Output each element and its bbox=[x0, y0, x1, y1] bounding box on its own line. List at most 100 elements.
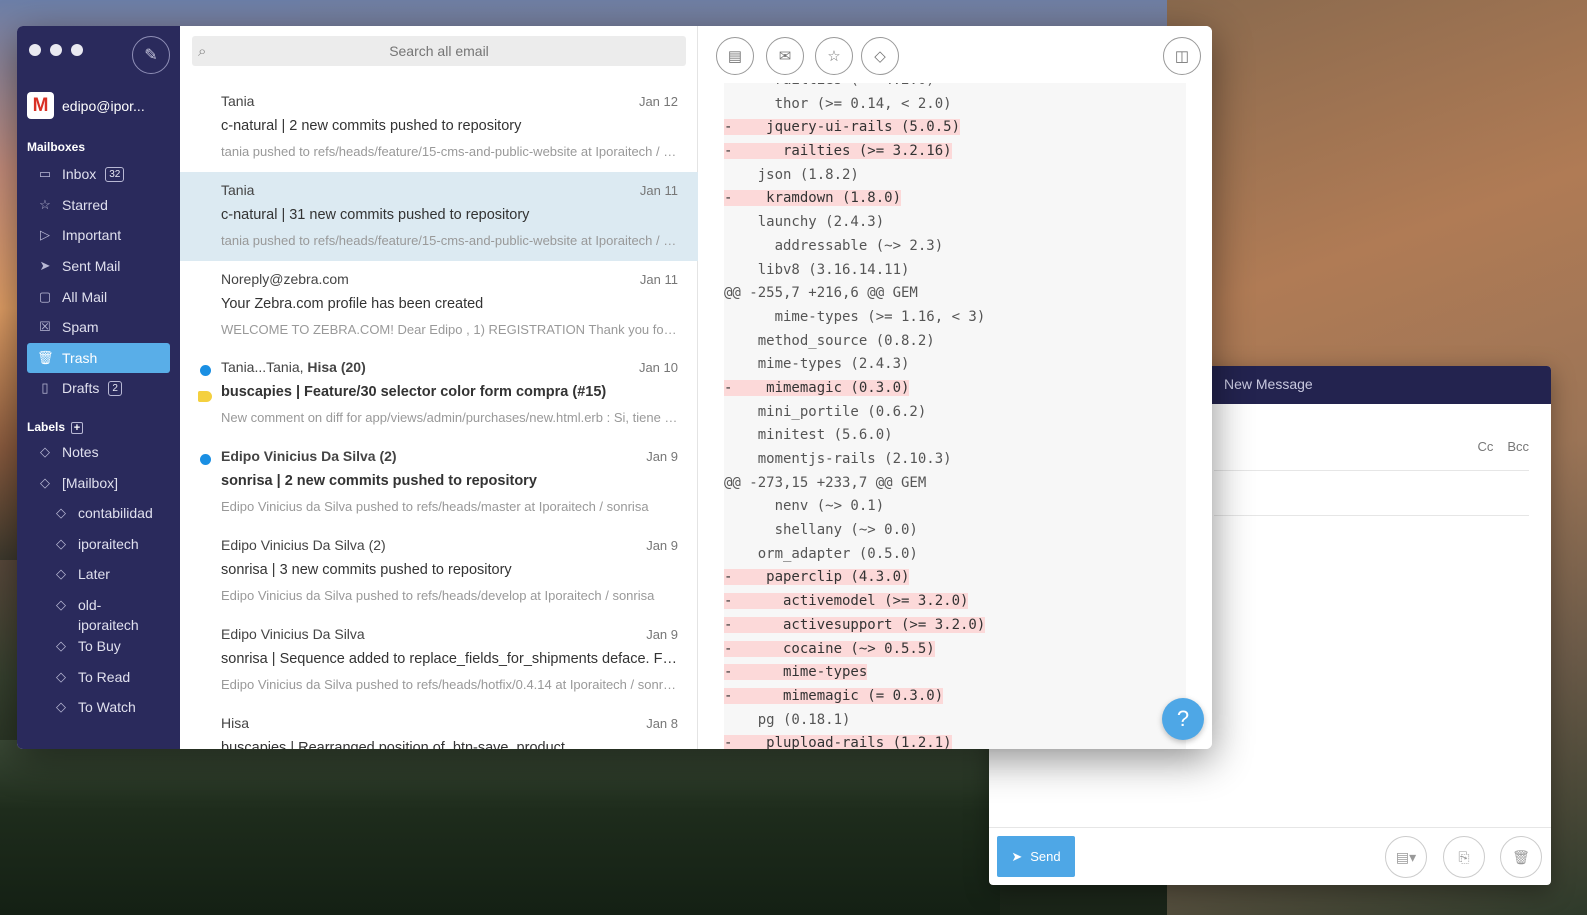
compose-icon: ✎ bbox=[144, 47, 158, 64]
cc-button[interactable]: Cc bbox=[1477, 439, 1493, 454]
message-row[interactable]: Noreply@zebra.com Jan 11 Your Zebra.com pr… bbox=[180, 261, 698, 350]
archive-button[interactable]: ▤ bbox=[716, 37, 754, 75]
message-subject: sonrisa | 3 new commits pushed to reposi… bbox=[221, 562, 512, 578]
sidebar-item-spam[interactable]: ☒ Spam bbox=[27, 312, 170, 343]
diff-line-removed: - railties (>= 3.2.16) bbox=[724, 140, 1186, 164]
diff-line-text: launchy (2.4.3) bbox=[724, 214, 885, 231]
toggle-sidebar-button[interactable]: ◫ bbox=[1163, 37, 1201, 75]
label-item[interactable]: ◇ contabilidad bbox=[27, 499, 170, 530]
message-date: Jan 10 bbox=[638, 360, 678, 376]
star-button[interactable]: ☆ bbox=[815, 37, 853, 75]
sidebar-item-label: Sent Mail bbox=[62, 258, 121, 275]
label-item[interactable]: ◇ old- iporaitech bbox=[27, 591, 170, 633]
sidebar-item-important[interactable]: ▷ Important bbox=[27, 220, 170, 251]
message-subject: c-natural | 31 new commits pushed to rep… bbox=[221, 206, 530, 223]
mark-unread-button[interactable]: ✉ bbox=[766, 37, 804, 75]
message-date: Jan 11 bbox=[639, 182, 678, 198]
message-preview: Edipo Vinicius da Silva pushed to refs/h… bbox=[221, 588, 655, 603]
discard-button[interactable]: 🗑 bbox=[1500, 836, 1542, 878]
labels-heading-text: Labels bbox=[27, 420, 66, 434]
label-item[interactable]: ◇ Later bbox=[27, 560, 170, 591]
message-list: ⌕ Tania Jan 12 c-natural | 2 new commits p… bbox=[180, 26, 698, 749]
sender-name: Edipo Vinicius Da Silva (2) bbox=[221, 537, 386, 553]
sidebar-item-trash[interactable]: 🗑 Trash bbox=[27, 342, 170, 374]
message-row[interactable]: Tania...Tania, Hisa (20) Jan 10 buscapies … bbox=[180, 349, 698, 438]
label-item[interactable]: ◇ To Watch bbox=[27, 693, 170, 724]
label-tag-icon bbox=[198, 391, 212, 403]
message-subject: buscapies | Feature/30 selector color fo… bbox=[221, 384, 607, 401]
diff-content: railties (>= 4.2.0) thor (>= 0.14, < 2.0… bbox=[724, 83, 1186, 749]
template-button[interactable]: ▤▾ bbox=[1385, 836, 1427, 878]
sidebar-item-label: Drafts bbox=[62, 380, 100, 397]
compose-button[interactable]: ✎ bbox=[132, 36, 170, 74]
tag-icon: ◇ bbox=[40, 474, 50, 490]
message-subject: sonrisa | Sequence added to replace_fiel… bbox=[221, 650, 678, 667]
bcc-button[interactable]: Bcc bbox=[1507, 439, 1529, 454]
message-date: Jan 9 bbox=[646, 538, 678, 553]
diff-line: @@ -255,7 +216,6 @@ GEM bbox=[724, 282, 1186, 306]
message-row[interactable]: Tania Jan 11 c-natural | 31 new commits pu… bbox=[180, 171, 698, 261]
search-input[interactable] bbox=[192, 43, 686, 59]
message-subject: c-natural | 2 new commits pushed to repo… bbox=[221, 118, 522, 134]
message-row[interactable]: Edipo Vinicius Da Silva (2) Jan 9 sonrisa … bbox=[180, 438, 698, 527]
message-preview: WELCOME TO ZEBRA.COM! Dear Edipo , 1) RE… bbox=[221, 321, 678, 337]
tag-icon: ◇ bbox=[40, 444, 50, 459]
sidebar-item-drafts[interactable]: ▯ Drafts 2 bbox=[27, 373, 170, 404]
diff-line-removed: - paperclip (4.3.0) bbox=[724, 566, 1186, 590]
label-item-text: old- iporaitech bbox=[78, 596, 139, 633]
message-row[interactable]: Hisa Jan 8 buscapies | Rearranged position… bbox=[180, 705, 698, 749]
diff-line-text: momentjs-rails (2.10.3) bbox=[724, 451, 952, 467]
sidebar-item-label: Spam bbox=[62, 319, 99, 336]
label-item[interactable]: ◇ Notes bbox=[27, 438, 170, 469]
diff-line-removed: - cocaine (~> 0.5.5) bbox=[724, 638, 1186, 662]
diff-line-text: - mime-types bbox=[724, 664, 868, 681]
diff-line: orm_adapter (0.5.0) bbox=[724, 543, 1186, 567]
sidebar-toggle-icon: ◫ bbox=[1174, 48, 1190, 65]
sender-name: Edipo Vinicius Da Silva bbox=[221, 625, 365, 642]
diff-line-text: @@ -255,7 +216,6 @@ GEM bbox=[724, 285, 918, 302]
message-sender: Noreply@zebra.com bbox=[221, 271, 349, 287]
send-button[interactable]: ➤ Send bbox=[997, 836, 1075, 877]
message-subject: Your Zebra.com profile has been created bbox=[221, 295, 484, 312]
minimize-window-button[interactable] bbox=[50, 44, 62, 56]
label-item[interactable]: ◇ iporaitech bbox=[27, 530, 170, 561]
message-row[interactable]: Edipo Vinicius Da Silva (2) Jan 9 sonrisa … bbox=[180, 527, 698, 616]
trash-icon: 🗑 bbox=[37, 349, 54, 365]
sidebar-item-starred[interactable]: ☆ Starred bbox=[27, 190, 170, 221]
diff-line: method_source (0.8.2) bbox=[724, 330, 1186, 354]
message-date: Jan 11 bbox=[639, 271, 678, 287]
message-subject: buscapies | Rearranged position of .btn-… bbox=[221, 739, 565, 749]
help-button[interactable]: ? bbox=[1162, 698, 1204, 740]
label-item-text: iporaitech bbox=[78, 535, 139, 552]
sidebar-item-inbox[interactable]: ▭ Inbox 32 bbox=[27, 159, 170, 190]
diff-line: @@ -273,15 +233,7 @@ GEM bbox=[724, 472, 1186, 496]
label-item[interactable]: ◇ [Mailbox] bbox=[27, 469, 170, 500]
sender-name-bold: Hisa (20) bbox=[307, 359, 366, 376]
sidebar-item-all-mail[interactable]: ▢ All Mail bbox=[27, 281, 170, 312]
attach-button[interactable]: ⎘ bbox=[1443, 836, 1485, 878]
diff-line-text: @@ -273,15 +233,7 @@ GEM bbox=[724, 474, 927, 491]
label-item-text: To Read bbox=[78, 668, 131, 685]
label-item[interactable]: ◇ To Read bbox=[27, 663, 170, 694]
message-date: Jan 9 bbox=[646, 626, 678, 642]
label-item[interactable]: ◇ To Buy bbox=[27, 632, 170, 663]
sidebar-item-sent-mail[interactable]: ➤ Sent Mail bbox=[27, 251, 170, 282]
account-switcher[interactable]: M edipo@ipor... bbox=[27, 92, 145, 119]
spam-icon: ☒ bbox=[39, 319, 51, 335]
diff-line-text: minitest (5.6.0) bbox=[724, 427, 893, 444]
maximize-window-button[interactable] bbox=[71, 44, 83, 56]
message-row[interactable]: Tania Jan 12 c-natural | 2 new commits pus… bbox=[180, 83, 698, 172]
diff-line-removed: - activesupport (>= 3.2.0) bbox=[724, 614, 1186, 638]
diff-line: mime-types (2.4.3) bbox=[724, 353, 1186, 377]
close-window-button[interactable] bbox=[29, 44, 41, 56]
diff-line-text: addressable (~> 2.3) bbox=[724, 237, 944, 254]
tag-icon: ◇ bbox=[56, 596, 66, 612]
diff-line-text: railties (>= 4.2.0) bbox=[724, 83, 935, 88]
message-row[interactable]: Edipo Vinicius Da Silva Jan 9 sonrisa | Se… bbox=[180, 616, 698, 705]
label-button[interactable]: ◇ bbox=[861, 37, 899, 75]
message-sender: Tania...Tania, Hisa (20) bbox=[221, 359, 366, 375]
message-sender: Tania bbox=[221, 93, 254, 109]
add-label-button[interactable]: + bbox=[71, 422, 84, 434]
search-icon: ⌕ bbox=[198, 42, 207, 60]
diff-line-text: - cocaine (~> 0.5.5) bbox=[724, 640, 935, 657]
